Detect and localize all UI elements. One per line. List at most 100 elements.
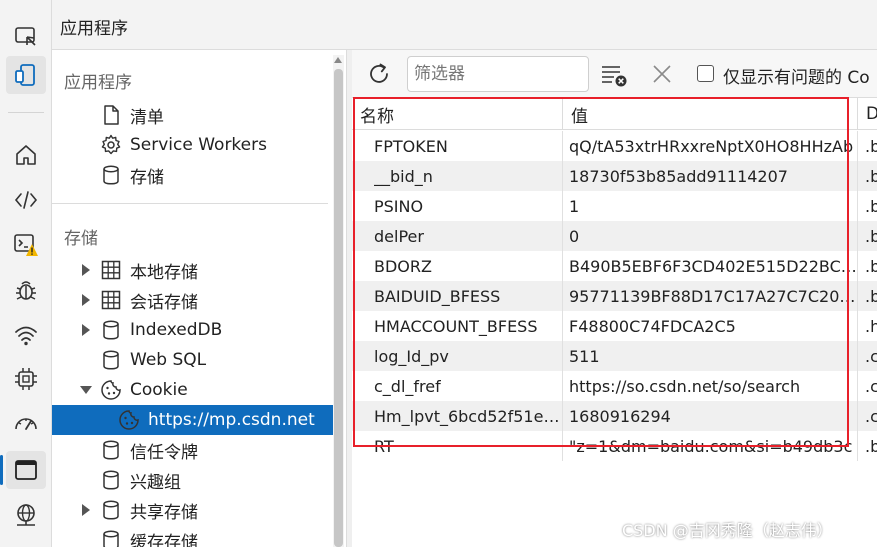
- cookie-name-cell: PSINO: [352, 191, 563, 221]
- inspect-icon[interactable]: [6, 18, 46, 56]
- table-row[interactable]: delPer 0 .b: [352, 221, 877, 251]
- table-row[interactable]: RT "z=1&dm=baidu.com&si=b49db3c .b: [352, 431, 877, 461]
- tree-item-service-workers[interactable]: Service Workers: [52, 130, 333, 160]
- cookie-name-cell-text: __bid_n: [374, 166, 433, 186]
- cookie-value-cell: 0: [563, 221, 858, 251]
- tree-item-shared-storage[interactable]: 共享存储: [52, 495, 333, 525]
- grid-table-icon: [98, 287, 124, 313]
- table-row[interactable]: HMACCOUNT_BFESS F48800C74FDCA2C5 .h: [352, 311, 877, 341]
- expand-arrow-icon[interactable]: [80, 264, 92, 276]
- table-row[interactable]: __bid_n 18730f53b85add91114207 .b: [352, 161, 877, 191]
- cookie-value-cell-text: "z=1&dm=baidu.com&si=b49db3c: [569, 436, 853, 456]
- cookie-value-cell-text: 0: [569, 226, 580, 246]
- cookie-domain-cell-text: .b: [865, 286, 877, 306]
- panel-header: 应用程序: [52, 0, 877, 50]
- cookie-value-cell-text: https://so.csdn.net/so/search: [569, 376, 801, 396]
- cookie-name-cell-text: delPer: [374, 226, 424, 246]
- cookie-name-cell: BDORZ: [352, 251, 563, 281]
- application-window-icon[interactable]: [6, 451, 46, 489]
- table-row[interactable]: c_dl_fref https://so.csdn.net/so/search .c: [352, 371, 877, 401]
- cookie-value-cell-text: 511: [569, 346, 600, 366]
- tree-item-indexeddb[interactable]: IndexedDB: [52, 315, 333, 345]
- tree-item-manifest[interactable]: 清单: [52, 100, 333, 130]
- table-row[interactable]: FPTOKEN qQ/tA53xtrHRxxreNptX0HO8HHzAb .b: [352, 131, 877, 161]
- cpu-chip-icon[interactable]: [6, 360, 46, 398]
- clear-all-icon[interactable]: [600, 62, 628, 88]
- cookie-domain-cell-text: .c: [865, 406, 877, 426]
- table-header: 名称 值 D: [352, 98, 877, 130]
- database-icon: [98, 347, 124, 373]
- database-icon: [98, 437, 124, 463]
- cookie-value-cell: https://so.csdn.net/so/search: [563, 371, 858, 401]
- device-emulation-icon[interactable]: [6, 56, 46, 94]
- cookie-table: 名称 值 D FPTOKEN qQ/tA53xtrHRxxreNptX0HO8HH…: [352, 98, 877, 547]
- refresh-icon[interactable]: [366, 61, 392, 87]
- cookie-name-cell: c_dl_fref: [352, 371, 563, 401]
- cookie-domain-cell-text: .b: [865, 136, 877, 156]
- close-icon[interactable]: [650, 62, 674, 86]
- cookie-name-cell: delPer: [352, 221, 563, 251]
- tree-item-cookie-origin[interactable]: https://mp.csdn.net: [52, 405, 333, 435]
- cookie-name-cell: log_Id_pv: [352, 341, 563, 371]
- table-row[interactable]: BAIDUID_BFESS 95771139BF88D17C17A27C7C20A…: [352, 281, 877, 311]
- cookie-name-cell-text: c_dl_fref: [374, 376, 441, 396]
- scrollbar-thumb[interactable]: [334, 69, 343, 547]
- console-warning-icon[interactable]: [6, 226, 46, 264]
- expand-arrow-icon[interactable]: [80, 294, 92, 306]
- gear-icon: [98, 132, 124, 158]
- cookie-domain-cell: .b: [858, 251, 877, 281]
- cookie-domain-cell-text: .b: [865, 166, 877, 186]
- tree-scrollbar[interactable]: [333, 55, 344, 547]
- cookie-domain-cell: .c: [858, 371, 877, 401]
- activity-bar: [0, 0, 52, 547]
- storage-tree: 应用程序 清单 Service Workers 存储 存储 本地存储 会话存储: [52, 50, 350, 547]
- cookie-value-cell: 1: [563, 191, 858, 221]
- tree-item-web-sql[interactable]: Web SQL: [52, 345, 333, 375]
- tree-item-interest-groups[interactable]: 兴趣组: [52, 465, 333, 495]
- table-row[interactable]: PSINO 1 .b: [352, 191, 877, 221]
- database-icon: [98, 527, 124, 547]
- cookie-value-cell: B490B5EBF6F3CD402E515D22BCDA: [563, 251, 858, 281]
- table-row[interactable]: Hm_lpvt_6bcd52f51e9b3dce3 1680916294 .c: [352, 401, 877, 431]
- performance-gauge-icon[interactable]: [6, 404, 46, 442]
- issues-only-label: 仅显示有问题的 Co: [723, 68, 870, 88]
- cookie-name-cell-text: log_Id_pv: [374, 346, 449, 366]
- cookie-name-cell: __bid_n: [352, 161, 563, 191]
- column-header-name[interactable]: 名称: [352, 98, 563, 130]
- tree-item-local-storage[interactable]: 本地存储: [52, 255, 333, 285]
- elements-code-icon[interactable]: [6, 181, 46, 219]
- watermark: CSDN @吉冈秀隆（赵志伟）: [622, 521, 833, 540]
- cookie-value-cell: F48800C74FDCA2C5: [563, 311, 858, 341]
- section-storage: 存储: [64, 229, 98, 249]
- database-icon: [98, 497, 124, 523]
- expand-arrow-icon[interactable]: [80, 504, 92, 516]
- home-icon[interactable]: [6, 136, 46, 174]
- cookie-value-cell-text: qQ/tA53xtrHRxxreNptX0HO8HHzAb: [569, 136, 854, 156]
- scroll-up-arrow-icon[interactable]: [334, 57, 342, 63]
- table-row[interactable]: BDORZ B490B5EBF6F3CD402E515D22BCDA .b: [352, 251, 877, 281]
- cookie-value-cell: qQ/tA53xtrHRxxreNptX0HO8HHzAb: [563, 131, 858, 161]
- cookie-icon: [98, 377, 124, 403]
- cookie-name-cell-text: PSINO: [374, 196, 424, 216]
- cookie-domain-cell: .b: [858, 281, 877, 311]
- tree-item-cookie[interactable]: Cookie: [52, 375, 333, 405]
- bug-icon[interactable]: [6, 271, 46, 309]
- cookie-value-cell-text: 18730f53b85add91114207: [569, 166, 788, 186]
- cookie-value-cell-text: 1: [569, 196, 580, 216]
- tree-item-session-storage[interactable]: 会话存储: [52, 285, 333, 315]
- tree-item-cache-storage[interactable]: 缓存存储: [52, 525, 333, 547]
- filter-input[interactable]: [407, 56, 589, 92]
- globe-network-icon[interactable]: [6, 496, 46, 534]
- cookie-name-cell: Hm_lpvt_6bcd52f51e9b3dce3: [352, 401, 563, 431]
- column-header-domain[interactable]: D: [858, 98, 877, 130]
- collapse-arrow-icon[interactable]: [80, 384, 92, 396]
- tree-item-trust-tokens[interactable]: 信任令牌: [52, 435, 333, 465]
- table-row[interactable]: log_Id_pv 511 .c: [352, 341, 877, 371]
- issues-only-checkbox[interactable]: [697, 65, 714, 82]
- column-header-value[interactable]: 值: [563, 98, 858, 130]
- network-wifi-icon[interactable]: [6, 316, 46, 354]
- cookie-value-cell: 511: [563, 341, 858, 371]
- cookie-domain-cell: .b: [858, 431, 877, 461]
- expand-arrow-icon[interactable]: [80, 324, 92, 336]
- tree-item-storage[interactable]: 存储: [52, 160, 333, 190]
